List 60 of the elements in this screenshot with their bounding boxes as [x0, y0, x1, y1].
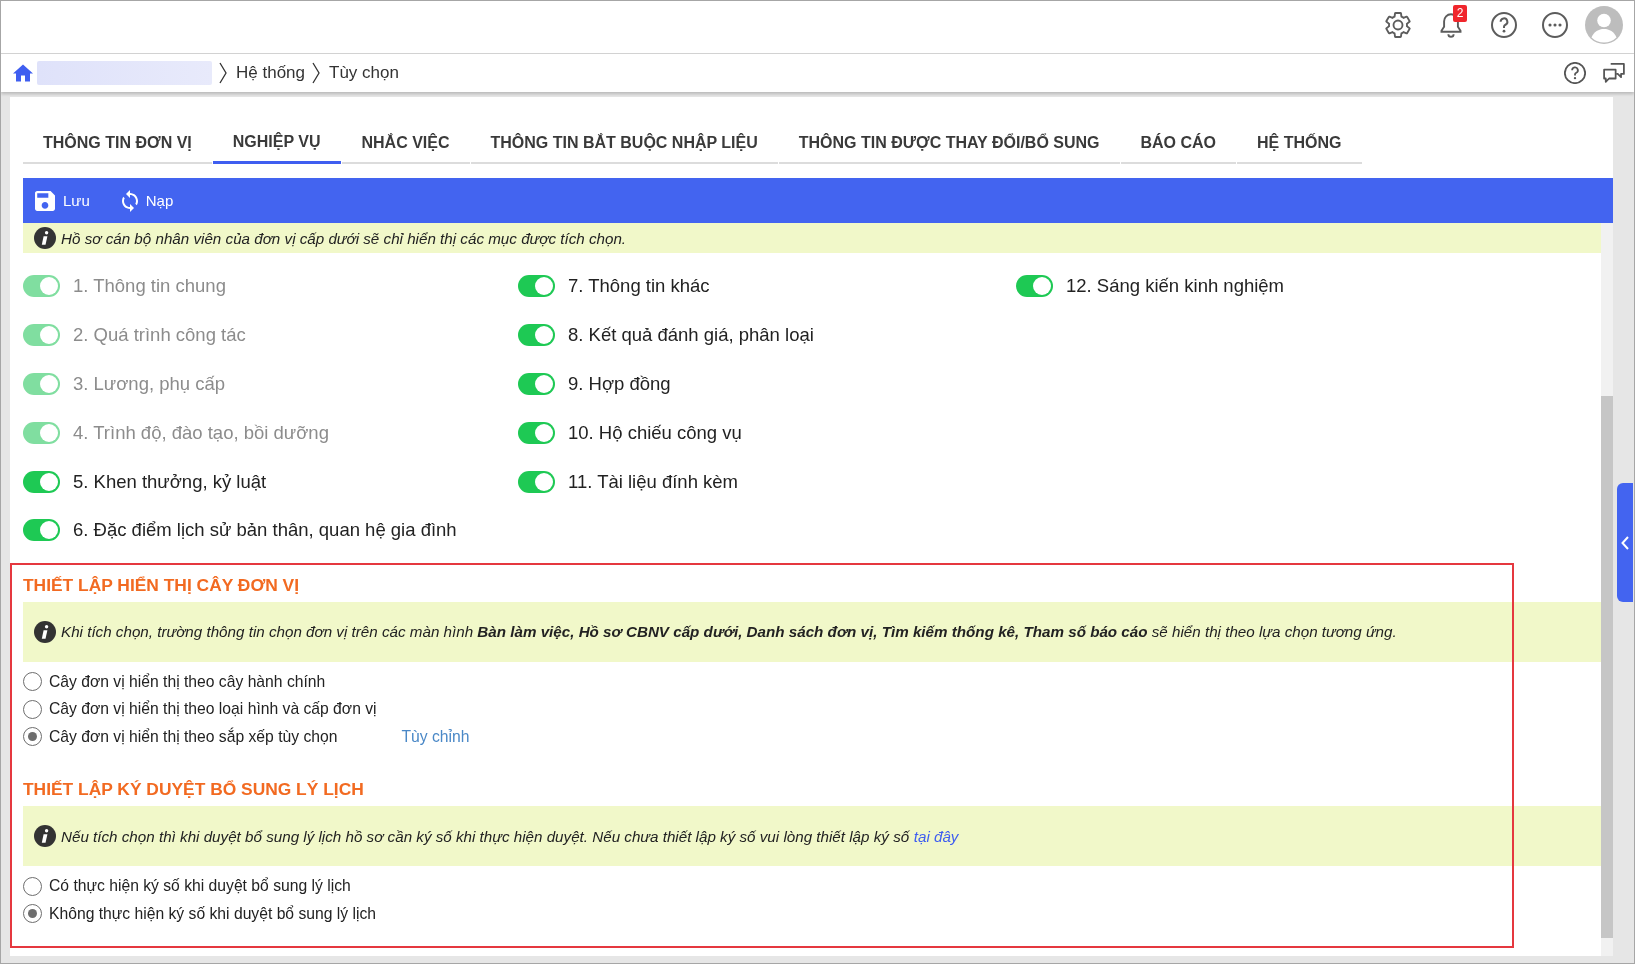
option-label: Cây đơn vị hiển thị theo sắp xếp tùy chọn	[49, 727, 338, 746]
radio-button[interactable]	[23, 876, 42, 896]
radio-button[interactable]	[23, 699, 42, 719]
radio-button[interactable]	[23, 727, 42, 747]
scrollbar-thumb[interactable]	[1601, 396, 1613, 938]
notification-badge: 2	[1453, 4, 1467, 22]
radio-button[interactable]	[23, 672, 42, 692]
toggle-switch[interactable]	[518, 373, 555, 395]
option-label: Cây đơn vị hiển thị theo cây hành chính	[49, 672, 326, 691]
help-icon[interactable]	[1491, 12, 1517, 38]
link[interactable]: Tùy chỉnh	[401, 727, 470, 746]
option-label: 9. Hợp đồng	[568, 373, 671, 395]
option-label: 5. Khen thưởng, kỷ luật	[73, 470, 267, 493]
option-label: Có thực hiện ký số khi duyệt bổ sung lý lịch	[49, 877, 351, 896]
toggle-switch[interactable]	[1016, 275, 1053, 298]
side-panel-handle[interactable]	[1617, 483, 1633, 602]
reload-button[interactable]: Nạp	[121, 189, 174, 212]
toggle-switch[interactable]	[518, 421, 555, 444]
breadcrumb-item: Tùy chọn	[329, 63, 399, 83]
chevron-left-icon	[1621, 535, 1629, 550]
save-button[interactable]: Lưu	[35, 190, 90, 211]
info-text: Khi tích chọn, trường thông tin chọn đơn vị trên các màn hình Bàn làm việc, Hồ sơ CBNV cấp dưới, Danh sách đơn vị, Tìm kiếm thống kê, Tham số báo cáo sẽ hiển thị theo lựa chọn tương ứng.	[61, 623, 1397, 641]
info-icon	[34, 227, 56, 249]
option-label: 12. Sáng kiến kinh nghiệm	[1066, 275, 1285, 298]
toggle-switch[interactable]	[518, 275, 555, 298]
option-label: 2. Quá trình công tác	[73, 324, 246, 347]
toggle-switch[interactable]	[518, 324, 555, 347]
option-label: Cây đơn vị hiển thị theo loại hình và cấp đơn vị	[49, 700, 377, 719]
option-label: 7. Thông tin khác	[568, 275, 710, 298]
section-heading: THIẾT LẬP KÝ DUYỆT BỔ SUNG LÝ LỊCH	[23, 778, 364, 801]
toggle-switch[interactable]	[23, 470, 60, 493]
info-icon	[34, 620, 56, 643]
chevron-icon	[312, 62, 320, 84]
toggle-switch[interactable]	[518, 470, 555, 493]
option-label: 6. Đặc điểm lịch sử bản thân, quan hệ gia đình	[73, 519, 457, 542]
info-text: Hồ sơ cán bộ nhân viên của đơn vị cấp dưới sẽ chỉ hiển thị các mục được tích chọn.	[61, 229, 627, 247]
save-icon	[35, 190, 55, 211]
option-label: 3. Lương, phụ cấp	[73, 373, 226, 395]
option-label: 8. Kết quả đánh giá, phân loại	[568, 324, 814, 347]
option-label: 11. Tài liệu đính kèm	[568, 470, 739, 493]
breadcrumb-item[interactable]: Hệ thống	[236, 63, 305, 83]
radio-button[interactable]	[23, 904, 42, 924]
scrollbar-track[interactable]	[1601, 223, 1613, 956]
option-label: Không thực hiện ký số khi duyệt bổ sung lý lịch	[49, 904, 377, 923]
more-icon[interactable]	[1542, 12, 1568, 38]
toggle-switch[interactable]	[23, 519, 60, 542]
home-icon[interactable]	[13, 64, 33, 82]
section-heading: THIẾT LẬP HIỂN THỊ CÂY ĐƠN VỊ	[23, 573, 300, 596]
info-icon	[34, 825, 56, 848]
option-label: 1. Thông tin chung	[73, 275, 226, 298]
refresh-icon	[121, 189, 138, 212]
chat-icon[interactable]	[1603, 63, 1625, 83]
help-icon[interactable]	[1564, 62, 1586, 84]
option-label: 4. Trình độ, đào tạo, bồi dưỡng	[73, 421, 329, 444]
option-label: 10. Hộ chiếu công vụ	[568, 421, 742, 444]
settings-icon[interactable]	[1385, 12, 1411, 38]
info-text: Nếu tích chọn thì khi duyệt bổ sung lý lịch hồ sơ cần ký số khi thực hiện duyệt. Nếu chưa thiết lập ký số vui lòng thiết lập ký số tại đây	[61, 827, 959, 845]
chevron-icon	[219, 62, 227, 84]
avatar-icon[interactable]	[1585, 6, 1623, 44]
link[interactable]: tại đây	[913, 827, 959, 845]
